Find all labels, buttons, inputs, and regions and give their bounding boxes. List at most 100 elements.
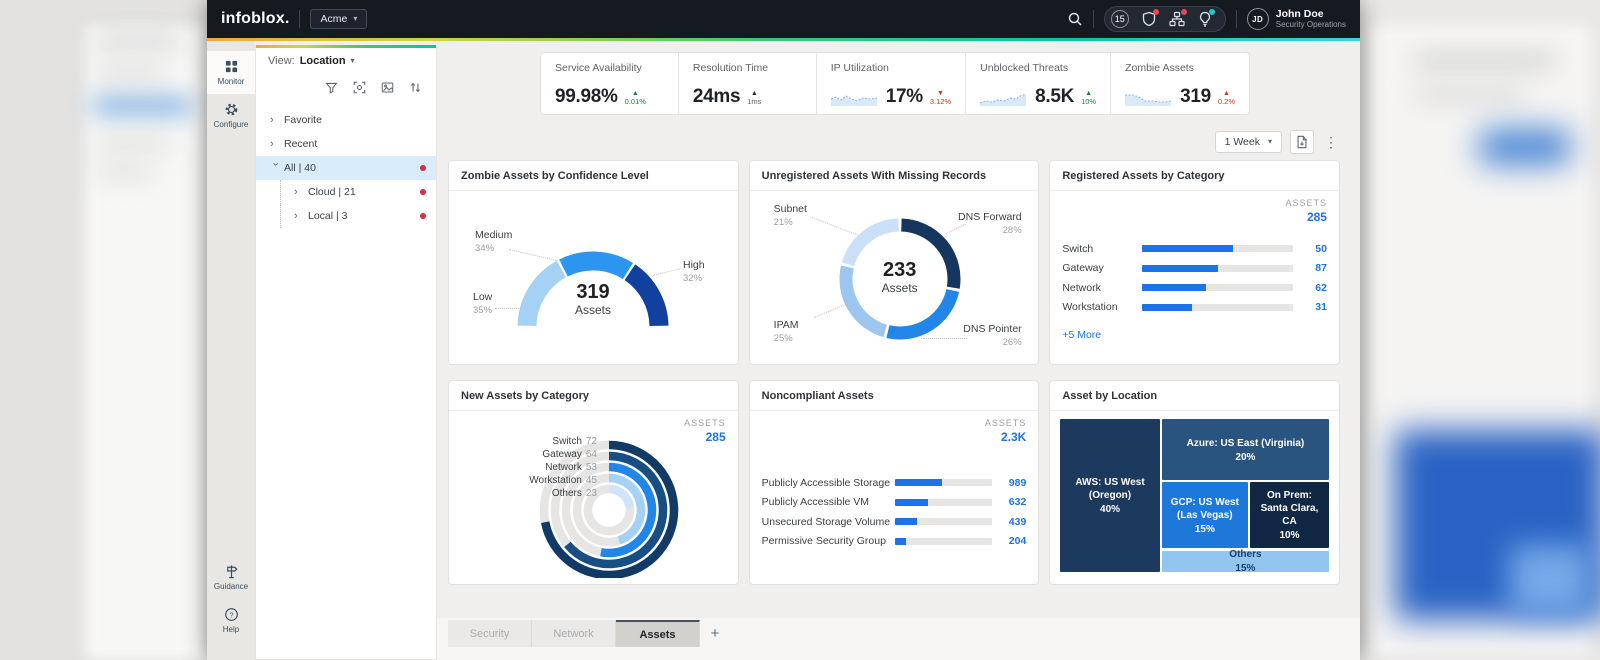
segment-percent: 25%	[774, 333, 850, 345]
bar-track	[1142, 304, 1293, 311]
treemap-cell-percent: 15%	[1195, 524, 1215, 535]
treemap-cell-label: GCP: US West (Las Vegas)	[1166, 496, 1244, 522]
chart-center-value: 319Assets	[543, 281, 643, 317]
rail-item-guidance[interactable]: Guidance	[207, 556, 255, 599]
sort-icon[interactable]	[409, 81, 422, 94]
rail-item-monitor[interactable]: Monitor	[207, 51, 255, 94]
rail-item-label: Configure	[214, 120, 249, 129]
more-options-icon[interactable]: ⋮	[1322, 134, 1340, 151]
radial-value: 72	[586, 436, 597, 447]
tree-item-recent[interactable]: ›Recent	[256, 132, 436, 156]
view-value: Location	[300, 55, 346, 67]
tree-list: ›Favorite›Recent›All | 40›Cloud | 21›Loc…	[256, 108, 436, 228]
image-icon[interactable]	[381, 81, 394, 94]
treemap-cell-others[interactable]: Others15%	[1162, 551, 1329, 572]
segment-label-ipam: IPAM25%	[774, 319, 850, 345]
treemap-cell-percent: 15%	[1235, 563, 1255, 574]
treemap-cell-gcp-us-west-las-vegas[interactable]: GCP: US West (Las Vegas) 15%	[1162, 482, 1248, 548]
card-title: Noncompliant Assets	[750, 381, 1039, 411]
blurred-background-right	[1360, 0, 1600, 660]
svg-text:?: ?	[229, 610, 233, 619]
segment-name: Medium	[475, 229, 551, 243]
org-chart-icon[interactable]	[1169, 11, 1185, 27]
export-report-icon[interactable]	[1290, 130, 1314, 154]
chart-area-zombie_gauge: Low35%Medium34%High32%319Assets	[459, 191, 728, 358]
user-menu[interactable]: JD John Doe Security Operations	[1247, 8, 1346, 30]
radial-label-gateway: Gateway64	[459, 448, 597, 461]
leader-line	[923, 338, 967, 339]
chevron-down-icon: ▾	[1268, 137, 1272, 146]
assets-total-value: 285	[1285, 209, 1327, 225]
treemap-cell-on-prem-santa-clara-ca[interactable]: On Prem: Santa Clara, CA10%	[1250, 482, 1329, 548]
treemap-cell-percent: 40%	[1100, 504, 1120, 515]
bar-fill	[895, 518, 917, 525]
kpi-delta: ▲0.01%	[625, 90, 646, 107]
bar-fill	[1142, 304, 1192, 311]
lightbulb-icon[interactable]	[1197, 11, 1213, 27]
bar-rows: Switch50Gateway87Network62Workstation31	[1062, 239, 1327, 317]
tree-item-local-3[interactable]: ›Local | 3	[256, 204, 436, 228]
card-title: Asset by Location	[1050, 381, 1339, 411]
card-zombie-assets-by-confidence-level: Zombie Assets by Confidence LevelLow35%M…	[448, 160, 739, 365]
bar-fill	[1142, 284, 1205, 291]
kpi-resolution-time: Resolution Time24ms▲1ms	[679, 53, 817, 114]
segment-label-low: Low35%	[473, 291, 549, 317]
desktop-background: infoblox Acme ▾ 15 JD	[0, 0, 1600, 660]
rail-item-configure[interactable]: Configure	[207, 94, 255, 137]
center-value: 233	[850, 259, 950, 281]
bar-row-gateway: Gateway87	[1062, 259, 1327, 279]
radial-value: 64	[586, 449, 597, 460]
bar-value: 31	[1293, 301, 1327, 313]
bar-row-publicly-accessible-storage: Publicly Accessible Storage989	[762, 473, 1027, 493]
kpi-title: Resolution Time	[693, 62, 802, 74]
nav-divider	[1093, 10, 1094, 28]
bar-value: 87	[1293, 262, 1327, 274]
assets-total-label: ASSETS	[684, 417, 726, 429]
left-rail: Monitor Configure Guidance?Help	[207, 41, 255, 660]
charts-grid: Zombie Assets by Confidence LevelLow35%M…	[448, 160, 1340, 585]
bar-track	[1142, 284, 1293, 291]
filter-icon[interactable]	[325, 81, 338, 94]
tree-item-favorite[interactable]: ›Favorite	[256, 108, 436, 132]
bar-track	[1142, 265, 1293, 272]
kpi-title: Zombie Assets	[1125, 62, 1235, 74]
treemap-cell-azure-us-east-virginia[interactable]: Azure: US East (Virginia)20%	[1162, 419, 1329, 480]
tab-security[interactable]: Security	[448, 620, 532, 647]
notification-count-badge[interactable]: 15	[1111, 10, 1129, 28]
radial-value: 53	[586, 462, 597, 473]
org-selector[interactable]: Acme ▾	[310, 9, 367, 29]
add-tab-button[interactable]: +	[700, 620, 730, 647]
tree-item-label: Favorite	[284, 114, 322, 126]
blurred-background-left	[0, 0, 207, 660]
bar-value: 989	[992, 477, 1026, 489]
tree-item-cloud-21[interactable]: ›Cloud | 21	[256, 180, 436, 204]
card-asset-by-location: Asset by Location AWS: US West (Oregon)40…	[1049, 380, 1340, 585]
bar-fill	[1142, 265, 1217, 272]
kpi-value: 99.98%	[555, 87, 618, 106]
assets-total-label: ASSETS	[985, 417, 1027, 429]
leader-line	[495, 308, 521, 309]
scan-icon[interactable]	[353, 81, 366, 94]
shield-icon[interactable]	[1141, 11, 1157, 27]
time-range-select[interactable]: 1 Week ▾	[1215, 131, 1282, 153]
tab-assets[interactable]: Assets	[616, 620, 700, 647]
kpi-value-row: 17%▼3.12%	[831, 87, 951, 106]
bar-fill	[1142, 245, 1232, 252]
kpi-delta-value: 10%	[1081, 98, 1096, 106]
bar-row-switch: Switch50	[1062, 239, 1327, 259]
treemap-cell-aws-us-west-oregon[interactable]: AWS: US West (Oregon)40%	[1060, 419, 1159, 572]
view-selector[interactable]: View: Location ▾	[256, 45, 436, 75]
rail-item-help[interactable]: ?Help	[207, 599, 255, 642]
trend-down-icon: ▼	[937, 90, 944, 97]
location-tree-panel: View: Location ▾ ›Favorite›Recent›All | …	[255, 45, 437, 660]
search-icon[interactable]	[1067, 11, 1083, 27]
more-link[interactable]: +5 More	[1062, 329, 1101, 341]
radial-name: Workstation	[529, 475, 582, 486]
kpi-summary-card: Service Availability99.98%▲0.01%Resoluti…	[540, 52, 1250, 115]
tab-network[interactable]: Network	[532, 620, 616, 647]
top-nav: infoblox Acme ▾ 15 JD	[207, 0, 1360, 38]
tree-item-all-40[interactable]: ›All | 40	[256, 156, 436, 180]
chevron-collapsed-icon: ›	[270, 114, 284, 126]
center-sub-label: Assets	[543, 303, 643, 317]
user-role: Security Operations	[1276, 20, 1346, 29]
